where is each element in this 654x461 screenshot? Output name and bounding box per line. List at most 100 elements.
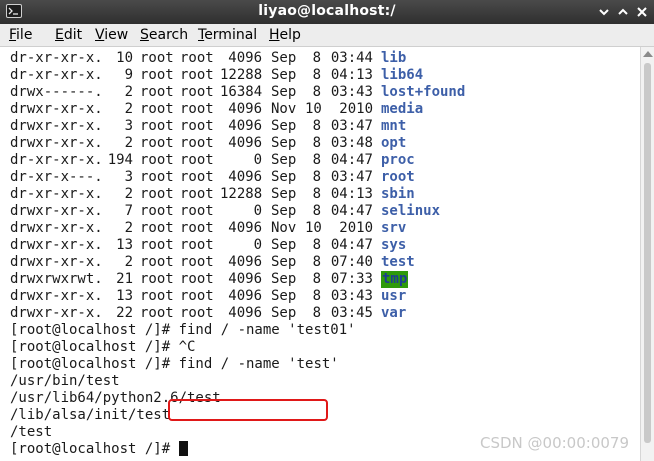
- time: 03:47: [330, 118, 373, 134]
- link-count: 13: [116, 237, 133, 253]
- menu-bar: File Edit View Search Terminal Help: [0, 24, 654, 47]
- menu-file[interactable]: File: [9, 27, 32, 43]
- scroll-thumb[interactable]: [644, 63, 651, 443]
- owner: root: [140, 118, 174, 134]
- month: Sep: [271, 135, 297, 151]
- terminal-output[interactable]: dr-xr-xr-x. 10 root root 4096 Sep 8 03:44 lib dr-…: [0, 47, 640, 461]
- month: Sep: [271, 84, 297, 100]
- permissions: drwxrwxrwt.: [10, 271, 103, 287]
- listing-row: drwxr-xr-x. 2 root root 4096 Nov 10 2010 media: [10, 101, 423, 118]
- month: Sep: [271, 254, 297, 270]
- text-cursor: [178, 441, 188, 456]
- scroll-up-arrow-icon[interactable]: [643, 51, 653, 57]
- watermark: CSDN @00:00:0079: [480, 434, 629, 452]
- month: Sep: [271, 237, 297, 253]
- link-count: 2: [124, 135, 133, 151]
- listing-row: drwxr-xr-x. 2 root root 4096 Sep 8 03:48 opt: [10, 135, 406, 152]
- vertical-scrollbar[interactable]: [640, 47, 654, 461]
- file-size: 4096: [228, 288, 262, 304]
- month: Sep: [271, 118, 297, 134]
- permissions: drwxr-xr-x.: [10, 288, 103, 304]
- file-size: 0: [253, 203, 262, 219]
- time: 03:43: [330, 84, 373, 100]
- permissions: drwxr-xr-x.: [10, 203, 103, 219]
- listing-row: drwxr-xr-x. 2 root root 4096 Nov 10 2010 srv: [10, 220, 406, 237]
- menu-view[interactable]: View: [95, 27, 128, 43]
- close-icon[interactable]: [634, 4, 650, 20]
- month: Nov: [271, 220, 297, 236]
- prompt: [root@localhost /]#: [10, 356, 179, 372]
- owner: root: [140, 67, 174, 83]
- day: 8: [312, 203, 321, 219]
- file-size: 4096: [228, 305, 262, 321]
- command: find / -name 'test': [178, 356, 339, 372]
- day: 8: [312, 169, 321, 185]
- permissions: drwxr-xr-x.: [10, 135, 103, 151]
- listing-row: dr-xr-xr-x. 2 root root 12288 Sep 8 04:13 sbin: [10, 186, 415, 203]
- menu-terminal[interactable]: Terminal: [198, 27, 257, 43]
- month: Sep: [271, 288, 297, 304]
- permissions: drwxr-xr-x.: [10, 220, 103, 236]
- time: 03:48: [330, 135, 373, 151]
- prompt: [root@localhost /]#: [10, 322, 179, 338]
- day: 10: [305, 101, 322, 117]
- permissions: drwxr-xr-x.: [10, 305, 103, 321]
- group: root: [180, 220, 214, 236]
- group: root: [180, 169, 214, 185]
- link-count: 9: [124, 67, 133, 83]
- link-count: 10: [116, 50, 133, 66]
- listing-row: drwx------. 2 root root 16384 Sep 8 03:43 lost+f…: [10, 84, 465, 101]
- permissions: dr-xr-xr-x.: [10, 186, 103, 202]
- listing-row: drwxr-xr-x. 2 root root 4096 Sep 8 07:40 test: [10, 254, 415, 271]
- maximize-icon[interactable]: [615, 4, 631, 20]
- time: 2010: [339, 101, 373, 117]
- listing-row: drwxr-xr-x. 13 root root 4096 Sep 8 03:43 usr: [10, 288, 406, 305]
- owner: root: [140, 305, 174, 321]
- directory-name: sbin: [381, 186, 415, 202]
- link-count: 2: [124, 186, 133, 202]
- menu-edit[interactable]: Edit: [55, 27, 82, 43]
- month: Sep: [271, 169, 297, 185]
- month: Sep: [271, 305, 297, 321]
- link-count: 3: [124, 118, 133, 134]
- directory-name: sys: [381, 237, 407, 253]
- directory-name: var: [381, 305, 407, 321]
- link-count: 194: [107, 152, 133, 168]
- permissions: dr-xr-x---.: [10, 169, 103, 185]
- command: find / -name 'test01': [178, 322, 356, 338]
- group: root: [180, 186, 214, 202]
- minimize-icon[interactable]: [596, 4, 612, 20]
- day: 8: [312, 271, 321, 287]
- listing-row: dr-xr-xr-x. 9 root root 12288 Sep 8 04:13 lib64: [10, 67, 423, 84]
- file-size: 12288: [220, 67, 263, 83]
- directory-name: srv: [381, 220, 407, 236]
- file-size: 0: [253, 152, 262, 168]
- directory-name: lib: [381, 50, 407, 66]
- link-count: 2: [124, 254, 133, 270]
- day: 8: [312, 254, 321, 270]
- file-size: 4096: [228, 101, 262, 117]
- group: root: [180, 305, 214, 321]
- menu-search[interactable]: Search: [140, 27, 188, 43]
- menu-help[interactable]: Help: [269, 27, 301, 43]
- link-count: 3: [124, 169, 133, 185]
- command-line: [root@localhost /]# find / -name 'test': [10, 356, 339, 373]
- link-count: 13: [116, 288, 133, 304]
- link-count: 2: [124, 101, 133, 117]
- time: 07:40: [330, 254, 373, 270]
- owner: root: [140, 271, 174, 287]
- day: 8: [312, 288, 321, 304]
- listing-row: drwxr-xr-x. 22 root root 4096 Sep 8 03:45 var: [10, 305, 406, 322]
- listing-row: drwxr-xr-x. 3 root root 4096 Sep 8 03:47 mnt: [10, 118, 406, 135]
- link-count: 22: [116, 305, 133, 321]
- owner: root: [140, 135, 174, 151]
- file-size: 12288: [220, 186, 263, 202]
- owner: root: [140, 237, 174, 253]
- owner: root: [140, 203, 174, 219]
- result-line: /usr/lib64/python2.6/test: [10, 390, 221, 406]
- command-line: [root@localhost /]# find / -name 'test01…: [10, 322, 356, 339]
- day: 8: [312, 152, 321, 168]
- command-line: [root@localhost /]#: [10, 441, 188, 458]
- permissions: drwxr-xr-x.: [10, 101, 103, 117]
- file-size: 4096: [228, 220, 262, 236]
